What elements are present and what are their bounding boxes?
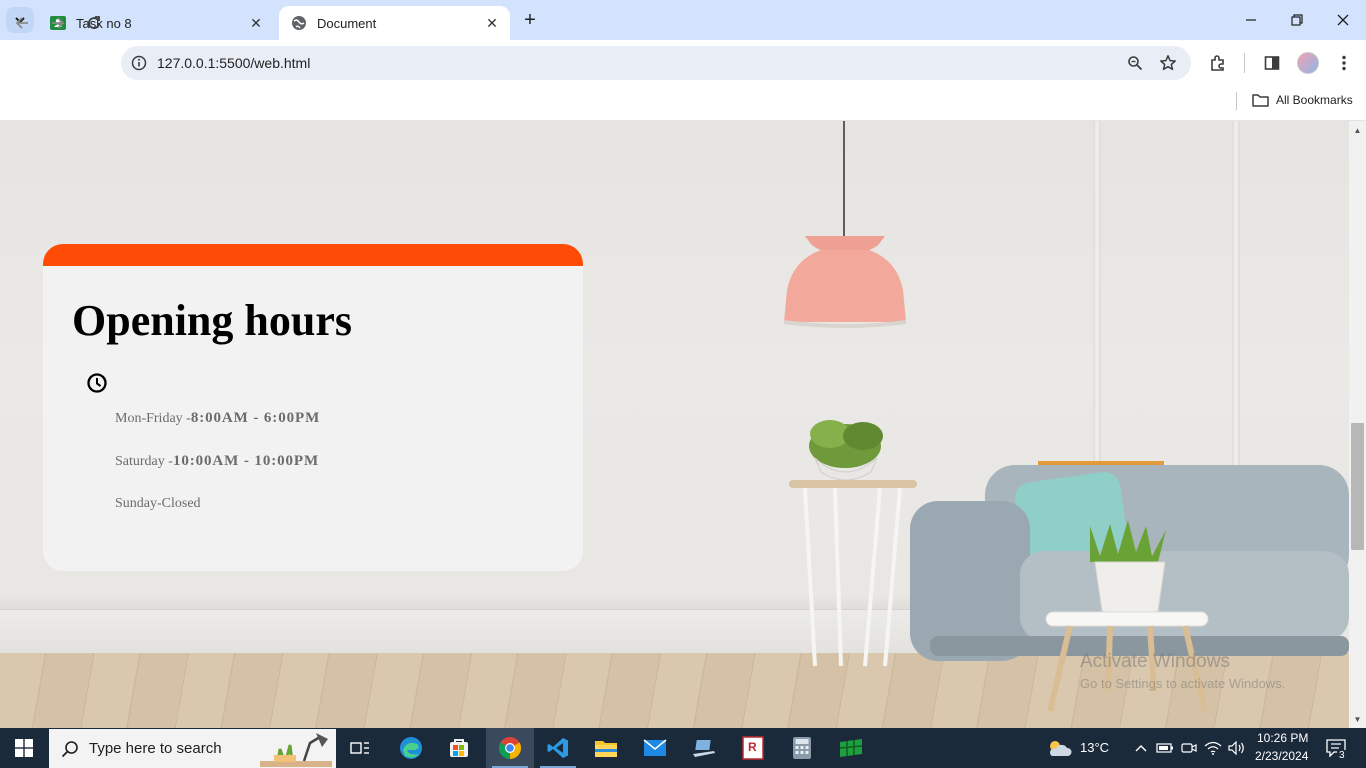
hours-time: 8:00AM - 6:00PM: [190, 410, 321, 426]
search-placeholder: Type here to search: [89, 740, 222, 757]
bookmarks-bar: [0, 86, 1366, 121]
start-button[interactable]: [0, 728, 48, 768]
taskbar-chrome[interactable]: [486, 728, 534, 768]
tab-title: Document: [317, 15, 377, 31]
file-explorer-icon: [595, 741, 617, 757]
store-icon: [450, 739, 468, 757]
all-bookmarks-label: All Bookmarks: [1276, 93, 1353, 107]
folder-icon: [1252, 94, 1269, 107]
windows-logo-icon: [15, 739, 33, 757]
task-view-button[interactable]: [336, 728, 384, 768]
activate-windows-title: Activate Windows: [1080, 651, 1230, 672]
hours-day-label: Saturday -: [115, 454, 173, 469]
more-menu-icon[interactable]: [1329, 48, 1359, 78]
minimize-button[interactable]: [1228, 0, 1274, 40]
bookmarks-divider: [1236, 92, 1237, 110]
battery-icon[interactable]: [1155, 738, 1175, 758]
calculator-icon: [793, 737, 811, 759]
edge-icon: [400, 737, 422, 759]
extensions-icon[interactable]: [1203, 48, 1233, 78]
profile-avatar[interactable]: [1297, 52, 1319, 74]
all-bookmarks-button[interactable]: All Bookmarks: [1252, 91, 1353, 109]
scroll-down-arrow-icon[interactable]: ▼: [1351, 712, 1364, 726]
taskbar-file-explorer[interactable]: [582, 728, 630, 768]
restore-icon: [1291, 14, 1303, 26]
hours-day-label: Sunday-Closed: [115, 496, 201, 511]
lamp-cord: [843, 121, 845, 236]
clock-icon: [87, 373, 107, 393]
taskbar-laptop-app[interactable]: [680, 728, 728, 768]
taskbar-vscode[interactable]: [534, 728, 582, 768]
volume-icon[interactable]: [1227, 738, 1247, 758]
taskbar-spreadsheet-app[interactable]: [827, 728, 875, 768]
show-hidden-icons-chevron-icon[interactable]: [1131, 738, 1151, 758]
pendant-lamp-image: [783, 236, 907, 328]
tab-document[interactable]: Document ✕: [279, 6, 510, 40]
taskbar-store[interactable]: [435, 728, 483, 768]
minimize-icon: [1246, 19, 1256, 21]
tab-task-no-8[interactable]: Task no 8 ✕: [38, 6, 274, 40]
wifi-icon[interactable]: [1203, 738, 1223, 758]
back-button[interactable]: [7, 8, 37, 38]
hours-day-label: Mon-Friday -: [115, 411, 191, 426]
arrow-left-icon: [15, 17, 28, 29]
close-tab-icon[interactable]: ✕: [482, 13, 502, 33]
close-window-button[interactable]: [1320, 0, 1366, 40]
scroll-up-arrow-icon[interactable]: ▲: [1351, 123, 1364, 137]
taskbar-edge[interactable]: [387, 728, 435, 768]
arrow-right-icon: [52, 17, 65, 29]
zoom-icon[interactable]: [1125, 53, 1145, 73]
reload-button[interactable]: [79, 8, 109, 38]
svg-text:R: R: [748, 740, 757, 754]
site-info-icon[interactable]: [129, 53, 149, 73]
new-tab-button[interactable]: +: [518, 8, 542, 32]
scrollbar-thumb[interactable]: [1351, 423, 1364, 550]
page-viewport: Opening hours Mon-Friday -8:00AM - 6:00P…: [0, 121, 1349, 728]
resume-app-icon: R: [742, 736, 764, 760]
search-icon: [61, 740, 78, 757]
taskbar-resume-app[interactable]: R: [729, 728, 777, 768]
chrome-icon: [499, 737, 521, 759]
url-text: 127.0.0.1:5500/web.html: [157, 55, 311, 71]
reload-icon: [88, 16, 100, 29]
notification-count-badge: 3: [1337, 750, 1347, 761]
address-bar[interactable]: 127.0.0.1:5500/web.html: [121, 46, 1191, 80]
taskbar-mail[interactable]: [631, 728, 679, 768]
taskbar-calculator[interactable]: [778, 728, 826, 768]
laptop-icon: [693, 740, 715, 757]
weather-temperature[interactable]: 13°C: [1080, 740, 1109, 755]
bookmark-star-icon[interactable]: [1158, 53, 1178, 73]
opening-hours-title: Opening hours: [72, 296, 352, 345]
close-icon: [1337, 14, 1349, 26]
close-tab-icon[interactable]: ✕: [246, 13, 266, 33]
search-highlight-art-icon: [260, 733, 332, 767]
activate-windows-subtitle: Go to Settings to activate Windows.: [1080, 676, 1286, 691]
forward-button[interactable]: [43, 8, 73, 38]
hours-saturday: Saturday -10:00AM - 10:00PM: [115, 453, 319, 470]
meet-now-icon[interactable]: [1179, 738, 1199, 758]
side-panel-icon[interactable]: [1257, 48, 1287, 78]
hours-sunday: Sunday-Closed: [115, 496, 201, 512]
side-table-image: [789, 420, 917, 667]
mail-icon: [643, 739, 667, 756]
opening-hours-card: Opening hours Mon-Friday -8:00AM - 6:00P…: [43, 244, 583, 571]
taskbar-time[interactable]: 10:26 PM: [1257, 731, 1308, 745]
spreadsheet-app-icon: [839, 739, 863, 757]
hours-weekday: Mon-Friday -8:00AM - 6:00PM: [115, 410, 320, 427]
hours-time: 10:00AM - 10:00PM: [172, 453, 320, 469]
restore-button[interactable]: [1274, 0, 1320, 40]
vscode-icon: [547, 738, 568, 758]
toolbar-divider: [1244, 53, 1245, 73]
card-accent-bar: [43, 244, 583, 266]
weather-cloud-icon[interactable]: [1046, 738, 1072, 758]
task-view-icon: [350, 742, 369, 754]
globe-icon: [291, 15, 307, 31]
taskbar-date[interactable]: 2/23/2024: [1255, 749, 1308, 763]
